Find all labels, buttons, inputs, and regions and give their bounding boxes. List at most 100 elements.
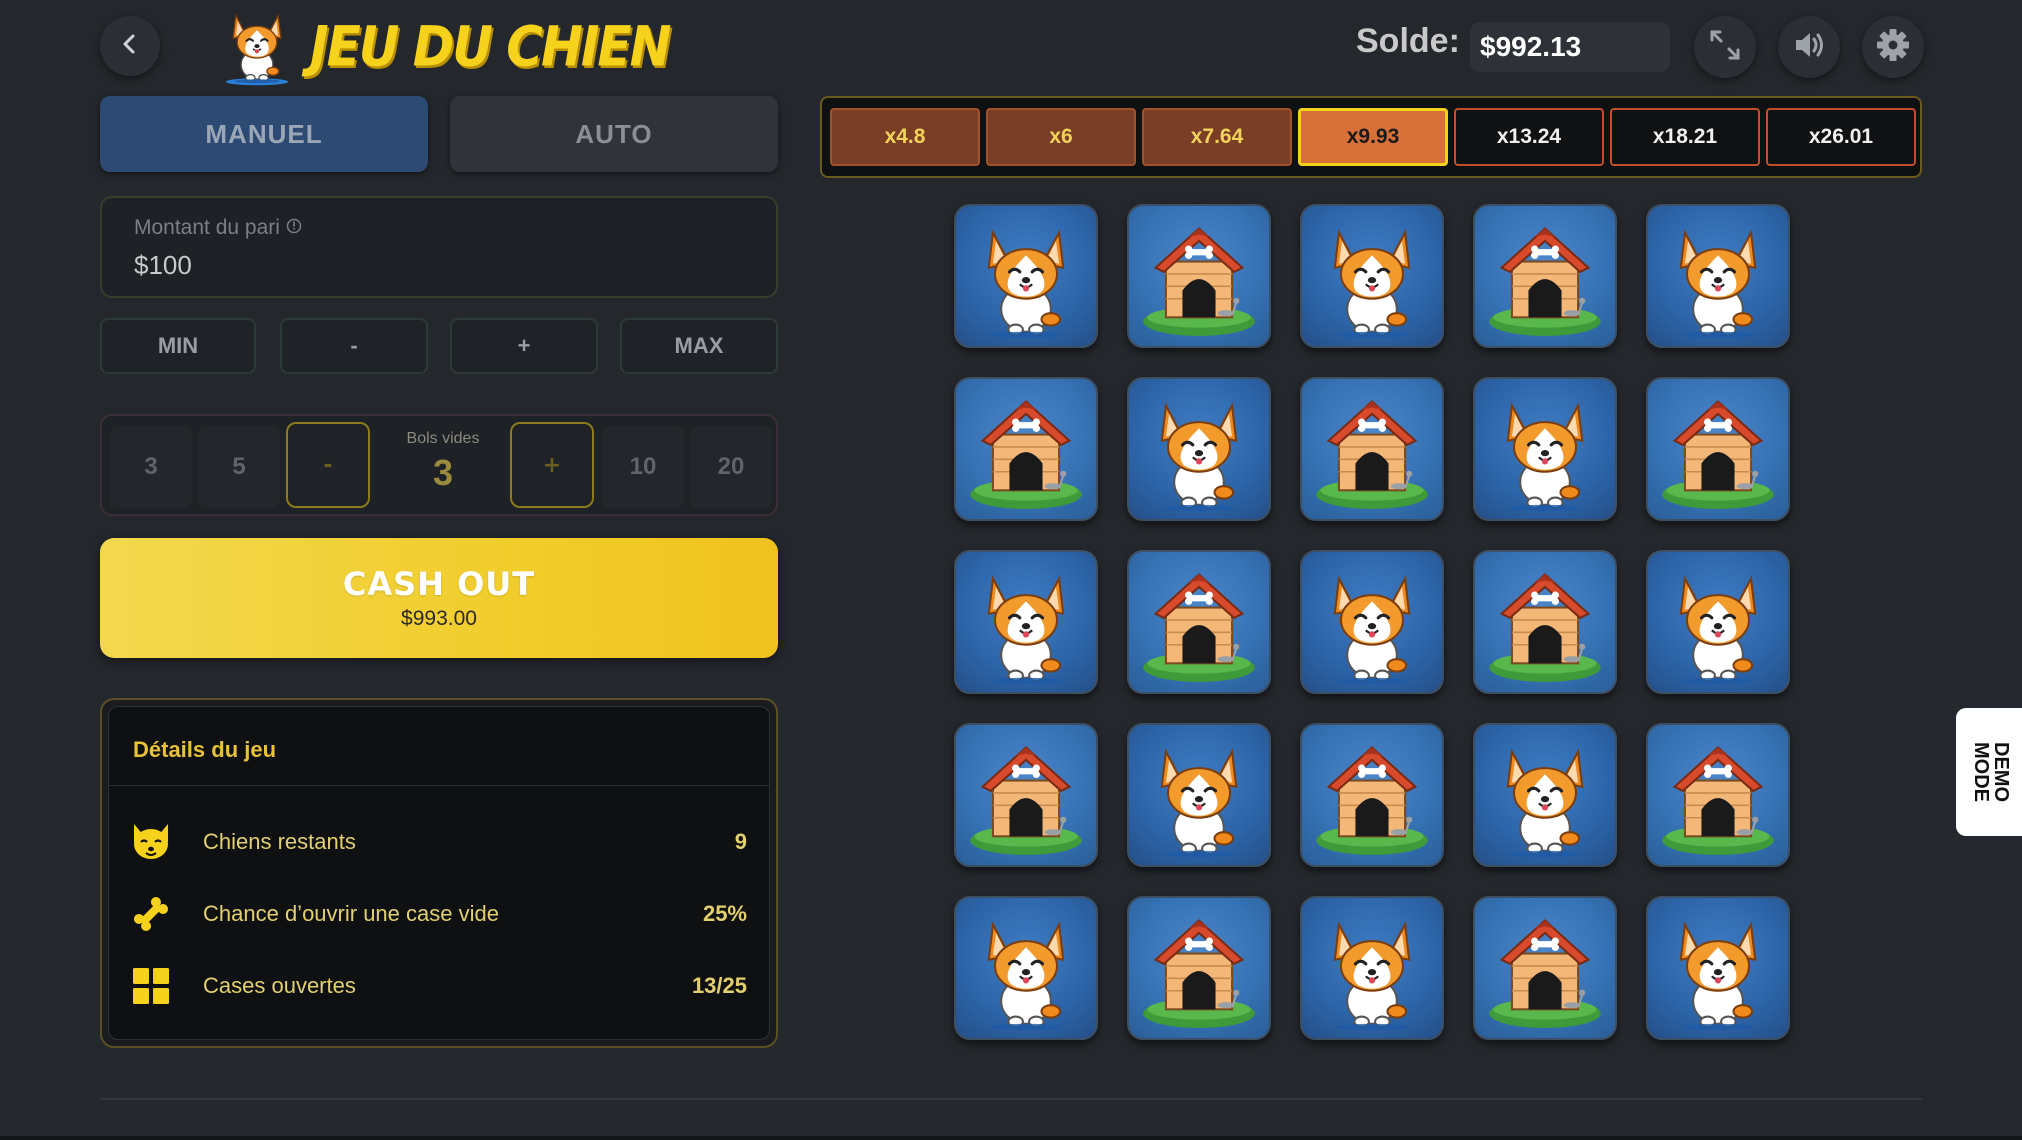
tile-dog[interactable] xyxy=(1473,723,1617,867)
bowls-decrease-button[interactable]: - xyxy=(286,422,370,508)
cash-out-label: CASH OUT xyxy=(342,565,536,603)
tile-doghouse[interactable] xyxy=(1646,377,1790,521)
demo-mode-badge: DEMO MODE xyxy=(1956,708,2022,836)
doghouse-icon xyxy=(969,746,1083,856)
bottom-strip xyxy=(0,1136,2022,1140)
tile-doghouse[interactable] xyxy=(954,723,1098,867)
bowls-option[interactable]: 5 xyxy=(198,426,280,508)
cash-out-button[interactable]: CASH OUT $993.00 xyxy=(100,538,778,658)
corgi-icon xyxy=(1679,231,1757,338)
back-button[interactable] xyxy=(100,16,160,76)
tile-dog[interactable] xyxy=(1646,550,1790,694)
corgi-icon xyxy=(1333,231,1411,338)
fullscreen-button[interactable] xyxy=(1694,16,1756,78)
tile-doghouse[interactable] xyxy=(1646,723,1790,867)
chevron-left-icon xyxy=(119,33,141,59)
gear-icon xyxy=(1875,27,1911,67)
corgi-icon xyxy=(1333,923,1411,1030)
bowls-option[interactable]: 20 xyxy=(690,426,772,508)
doghouse-icon xyxy=(1315,746,1429,856)
bet-amount-value: $100 xyxy=(134,250,192,280)
tile-dog[interactable] xyxy=(1127,377,1271,521)
bowls-value: 3 xyxy=(432,452,454,493)
multiplier-step-current: x9.93 xyxy=(1298,108,1448,166)
bowls-increase-button[interactable]: + xyxy=(510,422,594,508)
tile-dog[interactable] xyxy=(954,896,1098,1040)
settings-button[interactable] xyxy=(1862,16,1924,78)
tile-doghouse[interactable] xyxy=(954,377,1098,521)
divider xyxy=(109,785,769,786)
bet-increase-button[interactable]: + xyxy=(450,318,598,374)
corgi-icon xyxy=(987,231,1065,338)
tile-doghouse[interactable] xyxy=(1473,896,1617,1040)
cash-out-amount: $993.00 xyxy=(401,607,477,630)
corgi-icon xyxy=(1160,750,1238,857)
corgi-icon xyxy=(1333,577,1411,684)
detail-row-opened-cells: Cases ouvertes 13/25 xyxy=(129,961,747,1011)
doghouse-icon xyxy=(1142,919,1256,1029)
bet-min-button[interactable]: MIN xyxy=(100,318,256,374)
multiplier-step: x18.21 xyxy=(1610,108,1760,166)
tile-dog[interactable] xyxy=(1300,550,1444,694)
corgi-logo-icon xyxy=(225,14,289,86)
doghouse-icon xyxy=(1488,919,1602,1029)
tile-doghouse[interactable] xyxy=(1473,550,1617,694)
detail-row-dogs-remaining: Chiens restants 9 xyxy=(129,817,747,867)
grid-icon xyxy=(129,964,173,1008)
tile-doghouse[interactable] xyxy=(1127,896,1271,1040)
corgi-icon xyxy=(987,923,1065,1030)
detail-value: 13/25 xyxy=(691,973,747,998)
corgi-icon xyxy=(1506,750,1584,857)
multiplier-step: x13.24 xyxy=(1454,108,1604,166)
multiplier-step: x4.8 xyxy=(830,108,980,166)
bet-amount-field[interactable]: Montant du pari $100 xyxy=(100,196,778,298)
sound-button[interactable] xyxy=(1778,16,1840,78)
info-icon[interactable] xyxy=(286,216,302,240)
doghouse-icon xyxy=(1661,400,1775,510)
tile-dog[interactable] xyxy=(1300,204,1444,348)
tile-doghouse[interactable] xyxy=(1473,204,1617,348)
bet-max-button[interactable]: MAX xyxy=(620,318,778,374)
empty-bowls-selector: 3 5 - Bols vides 3 + 10 20 xyxy=(100,414,778,516)
bowls-option[interactable]: 10 xyxy=(602,426,684,508)
game-details-title: Détails du jeu xyxy=(133,737,277,762)
dog-face-icon xyxy=(129,820,173,864)
tile-dog[interactable] xyxy=(1473,377,1617,521)
tile-dog[interactable] xyxy=(954,204,1098,348)
tile-doghouse[interactable] xyxy=(1300,377,1444,521)
tab-manual[interactable]: MANUEL xyxy=(100,96,428,172)
bet-amount-label-row: Montant du pari xyxy=(134,216,744,240)
doghouse-icon xyxy=(1661,746,1775,856)
multiplier-step: x26.01 xyxy=(1766,108,1916,166)
tile-doghouse[interactable] xyxy=(1300,723,1444,867)
bone-icon xyxy=(129,892,173,936)
doghouse-icon xyxy=(1488,227,1602,337)
tile-dog[interactable] xyxy=(1127,723,1271,867)
divider xyxy=(100,1098,1922,1100)
tile-doghouse[interactable] xyxy=(1127,550,1271,694)
tile-dog[interactable] xyxy=(1646,896,1790,1040)
multiplier-step: x7.64 xyxy=(1142,108,1292,166)
game-title: JEU DU CHIEN xyxy=(310,15,671,79)
doghouse-icon xyxy=(1142,227,1256,337)
tile-dog[interactable] xyxy=(954,550,1098,694)
bet-decrease-button[interactable]: - xyxy=(280,318,428,374)
tab-auto[interactable]: AUTO xyxy=(450,96,778,172)
bowls-label: Bols vides xyxy=(406,430,480,447)
detail-label: Chiens restants xyxy=(203,829,356,854)
corgi-icon xyxy=(987,577,1065,684)
demo-mode-label: DEMO MODE xyxy=(1970,742,2012,802)
tile-doghouse[interactable] xyxy=(1127,204,1271,348)
corgi-icon xyxy=(1160,404,1238,511)
doghouse-icon xyxy=(1315,400,1429,510)
bet-amount-label: Montant du pari xyxy=(134,216,280,239)
corgi-icon xyxy=(1679,577,1757,684)
tile-dog[interactable] xyxy=(1300,896,1444,1040)
speaker-icon xyxy=(1792,28,1826,66)
bowls-option[interactable]: 3 xyxy=(110,426,192,508)
doghouse-icon xyxy=(1142,573,1256,683)
tile-dog[interactable] xyxy=(1646,204,1790,348)
balance-value: $992.13 xyxy=(1470,22,1670,72)
fullscreen-icon xyxy=(1708,28,1742,66)
detail-value: 9 xyxy=(734,829,747,854)
